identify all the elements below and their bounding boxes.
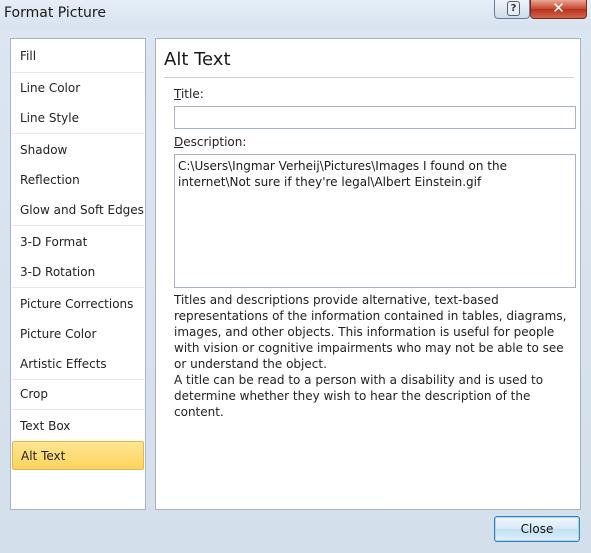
help-button[interactable]: ?	[494, 0, 530, 19]
title-bar: Format Picture ? ✕	[0, 0, 591, 29]
description-label-text: escription:	[183, 135, 247, 149]
title-label-text: itle:	[180, 87, 204, 101]
sidebar-item-alt-text[interactable]: Alt Text	[12, 441, 144, 470]
divider	[12, 409, 144, 410]
sidebar-item-3d-rotation[interactable]: 3-D Rotation	[12, 258, 144, 287]
format-picture-dialog: Format Picture ? ✕ Fill Line Color Line …	[0, 0, 591, 553]
close-button[interactable]: Close	[494, 516, 580, 542]
sidebar-item-shadow[interactable]: Shadow	[12, 136, 144, 165]
sidebar-item-glow-soft-edges[interactable]: Glow and Soft Edges	[12, 196, 144, 225]
heading-divider	[164, 77, 574, 78]
description-label: Description:	[174, 135, 246, 149]
sidebar-item-artistic-effects[interactable]: Artistic Effects	[12, 350, 144, 379]
description-field[interactable]: C:\Users\Ingmar Verheij\Pictures\Images …	[174, 154, 576, 288]
divider	[12, 225, 144, 226]
sidebar-item-line-style[interactable]: Line Style	[12, 104, 144, 133]
category-sidebar: Fill Line Color Line Style Shadow Reflec…	[10, 38, 146, 510]
window-title: Format Picture	[4, 5, 106, 21]
description-label-accesskey: D	[174, 135, 184, 149]
sidebar-item-picture-color[interactable]: Picture Color	[12, 320, 144, 349]
sidebar-item-line-color[interactable]: Line Color	[12, 74, 144, 103]
divider	[12, 133, 144, 134]
title-field[interactable]	[174, 106, 576, 129]
title-label: Title:	[174, 87, 204, 101]
divider	[12, 72, 144, 73]
sidebar-item-fill[interactable]: Fill	[12, 42, 144, 71]
sidebar-item-3d-format[interactable]: 3-D Format	[12, 228, 144, 257]
help-text-paragraph-1: Titles and descriptions provide alternat…	[174, 293, 567, 371]
sidebar-item-text-box[interactable]: Text Box	[12, 412, 144, 441]
sidebar-item-crop[interactable]: Crop	[12, 380, 144, 409]
sidebar-item-picture-corrections[interactable]: Picture Corrections	[12, 290, 144, 319]
help-icon: ?	[507, 1, 520, 16]
panel-heading: Alt Text	[164, 49, 231, 70]
close-icon: ✕	[552, 0, 565, 17]
sidebar-item-reflection[interactable]: Reflection	[12, 166, 144, 195]
help-text-paragraph-2: A title can be read to a person with a d…	[174, 373, 544, 419]
divider	[12, 287, 144, 288]
window-close-button[interactable]: ✕	[530, 0, 587, 19]
alt-text-panel: Alt Text Title: Description: C:\Users\In…	[155, 38, 581, 510]
title-label-accesskey: T	[174, 87, 181, 101]
